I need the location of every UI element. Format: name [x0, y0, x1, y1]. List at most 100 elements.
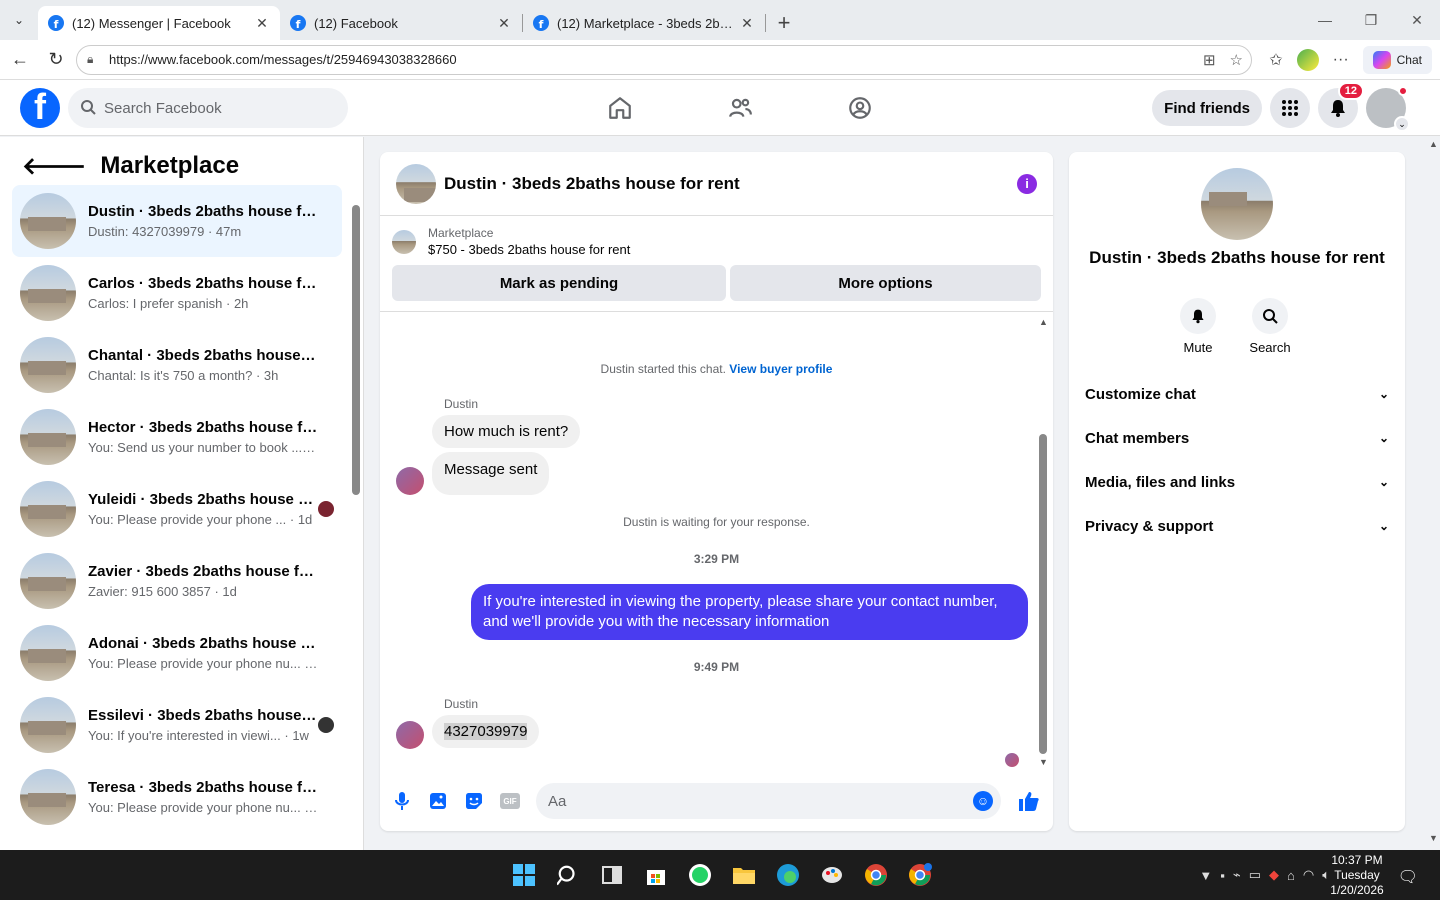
- scrollbar-thumb[interactable]: [352, 205, 360, 495]
- sender-avatar[interactable]: [396, 721, 424, 749]
- incoming-message[interactable]: 4327039979: [432, 715, 540, 748]
- close-tab-icon[interactable]: ✕: [496, 15, 512, 32]
- menu-grid-icon[interactable]: [1270, 88, 1310, 128]
- chrome-profile-icon[interactable]: [904, 859, 936, 891]
- notifications-bell-icon[interactable]: 12: [1318, 82, 1364, 128]
- whatsapp-icon[interactable]: [684, 859, 716, 891]
- close-tab-icon[interactable]: ✕: [254, 15, 270, 32]
- sender-avatar[interactable]: [396, 467, 424, 495]
- network-off-icon[interactable]: ⌁: [1233, 867, 1241, 883]
- friends-icon[interactable]: [680, 80, 800, 136]
- taskbar-clock[interactable]: 10:37 PM Tuesday 1/20/2026: [1322, 853, 1392, 898]
- chat-list-scrollbar[interactable]: [352, 185, 360, 835]
- search-conversation-button[interactable]: Search: [1249, 298, 1291, 355]
- back-icon[interactable]: ←: [2, 42, 38, 78]
- vpn-icon[interactable]: ▼: [1199, 868, 1212, 883]
- app-available-icon[interactable]: ⊞: [1203, 51, 1216, 69]
- customize-chat-section[interactable]: Customize chat ⌄: [1085, 372, 1389, 416]
- scrollbar-thumb[interactable]: [1039, 434, 1047, 754]
- privacy-support-section[interactable]: Privacy & support ⌄: [1085, 504, 1389, 548]
- listing-thumbnail: [20, 481, 76, 537]
- find-friends-button[interactable]: Find friends: [1152, 90, 1262, 126]
- restore-icon[interactable]: ❐: [1348, 0, 1394, 40]
- start-icon[interactable]: [508, 859, 540, 891]
- store-icon[interactable]: [640, 859, 672, 891]
- search-facebook-input[interactable]: Search Facebook: [68, 88, 348, 128]
- listing-thumbnail[interactable]: [392, 229, 416, 254]
- edge-icon[interactable]: [772, 859, 804, 891]
- outgoing-message[interactable]: If you're interested in viewing the prop…: [471, 584, 1028, 640]
- app-tray-icon[interactable]: ▪: [1220, 868, 1225, 883]
- sticker-icon[interactable]: [464, 791, 484, 811]
- new-tab-button[interactable]: +: [766, 6, 802, 40]
- message-input[interactable]: Aa ☺: [536, 783, 1001, 819]
- emoji-icon[interactable]: ☺: [973, 791, 993, 811]
- chat-list-item[interactable]: Chantal · 3beds 2baths house for rent Ch…: [12, 329, 342, 401]
- chat-list-item[interactable]: Carlos · 3beds 2baths house for rent Car…: [12, 257, 342, 329]
- wifi-icon[interactable]: ◠: [1303, 867, 1314, 883]
- search-icon[interactable]: [552, 859, 584, 891]
- chat-list-item[interactable]: Dustin · 3beds 2baths house for rent Dus…: [12, 185, 342, 257]
- url-field[interactable]: 🔒︎ https://www.facebook.com/messages/t/2…: [76, 44, 1252, 75]
- media-files-links-section[interactable]: Media, files and links ⌄: [1085, 460, 1389, 504]
- view-buyer-profile-link[interactable]: View buyer profile: [729, 362, 832, 376]
- notification-center-icon[interactable]: 🗨︎: [1398, 867, 1418, 887]
- gif-icon[interactable]: GIF: [500, 793, 520, 809]
- chat-list-item[interactable]: Adonai · 3beds 2baths house for rent You…: [12, 617, 342, 689]
- favorites-icon[interactable]: ✩: [1269, 50, 1282, 70]
- scroll-down-icon[interactable]: ▼: [1429, 833, 1438, 843]
- scroll-up-icon[interactable]: ▲: [1039, 317, 1048, 327]
- paint-icon[interactable]: [816, 859, 848, 891]
- chat-list-item[interactable]: Teresa · 3beds 2baths house for rent You…: [12, 761, 342, 833]
- tab-list-button[interactable]: ⌄: [0, 0, 38, 40]
- thumbs-up-icon[interactable]: [1017, 789, 1041, 813]
- usb-icon[interactable]: ⌂: [1287, 868, 1295, 883]
- mute-button[interactable]: Mute: [1179, 298, 1217, 355]
- account-avatar[interactable]: ⌄: [1366, 86, 1410, 132]
- storage-icon[interactable]: ▭: [1249, 867, 1261, 883]
- scroll-down-icon[interactable]: ▼: [1039, 757, 1048, 767]
- phone-number-text[interactable]: 4327039979: [444, 723, 528, 740]
- tab-facebook[interactable]: f (12) Facebook ✕: [280, 6, 522, 40]
- minimize-icon[interactable]: —: [1302, 0, 1348, 40]
- listing-description[interactable]: $750 - 3beds 2baths house for rent: [428, 242, 630, 257]
- microphone-icon[interactable]: [392, 791, 412, 811]
- facebook-logo-icon[interactable]: f: [20, 88, 60, 128]
- chat-members-section[interactable]: Chat members ⌄: [1085, 416, 1389, 460]
- file-explorer-icon[interactable]: [728, 859, 760, 891]
- listing-thumbnail[interactable]: [396, 163, 436, 204]
- site-info-icon[interactable]: 🔒︎: [87, 52, 101, 67]
- tab-messenger[interactable]: f (12) Messenger | Facebook ✕: [38, 6, 280, 40]
- gaming-icon[interactable]: [800, 80, 920, 136]
- close-window-icon[interactable]: ✕: [1394, 0, 1440, 40]
- refresh-icon[interactable]: ↻: [38, 42, 74, 78]
- more-options-button[interactable]: More options: [730, 265, 1041, 301]
- chat-list-item[interactable]: Zavier · 3beds 2baths house for rent Zav…: [12, 545, 342, 617]
- photo-icon[interactable]: [428, 791, 448, 811]
- message-placeholder: Aa: [548, 792, 567, 810]
- tab-title: (12) Marketplace - 3beds 2baths h: [557, 15, 739, 31]
- scroll-up-icon[interactable]: ▲: [1429, 139, 1438, 149]
- favorite-star-icon[interactable]: ☆: [1230, 51, 1243, 69]
- tab-marketplace[interactable]: f (12) Marketplace - 3beds 2baths h ✕: [523, 6, 765, 40]
- conversation-scrollbar[interactable]: ▲ ▼: [1039, 317, 1048, 767]
- chat-list-item[interactable]: Essilevi · 3beds 2baths house for rent Y…: [12, 689, 342, 761]
- task-view-icon[interactable]: [596, 859, 628, 891]
- page-scrollbar[interactable]: ▲ ▼: [1426, 137, 1440, 850]
- incoming-message[interactable]: How much is rent?: [432, 415, 581, 448]
- browser-profile-avatar[interactable]: [1296, 48, 1319, 71]
- close-tab-icon[interactable]: ✕: [739, 15, 755, 32]
- chrome-icon[interactable]: [860, 859, 892, 891]
- copilot-chat-button[interactable]: Chat: [1362, 45, 1432, 74]
- more-menu-icon[interactable]: ···: [1333, 51, 1349, 69]
- chat-list-item[interactable]: Hector · 3beds 2baths house for rent You…: [12, 401, 342, 473]
- conversation-title[interactable]: Dustin · 3beds 2baths house for rent: [444, 174, 1017, 194]
- mark-as-pending-button[interactable]: Mark as pending: [392, 265, 726, 301]
- info-icon[interactable]: i: [1017, 173, 1037, 194]
- chat-list-item[interactable]: Yuleidi · 3beds 2baths house for rent Yo…: [12, 473, 342, 545]
- home-icon[interactable]: [560, 80, 680, 136]
- incoming-message[interactable]: Message sent: [432, 452, 550, 495]
- anydesk-icon[interactable]: ◆: [1269, 867, 1279, 883]
- back-arrow-icon[interactable]: 🡐: [22, 151, 86, 181]
- listing-avatar[interactable]: [1201, 168, 1273, 240]
